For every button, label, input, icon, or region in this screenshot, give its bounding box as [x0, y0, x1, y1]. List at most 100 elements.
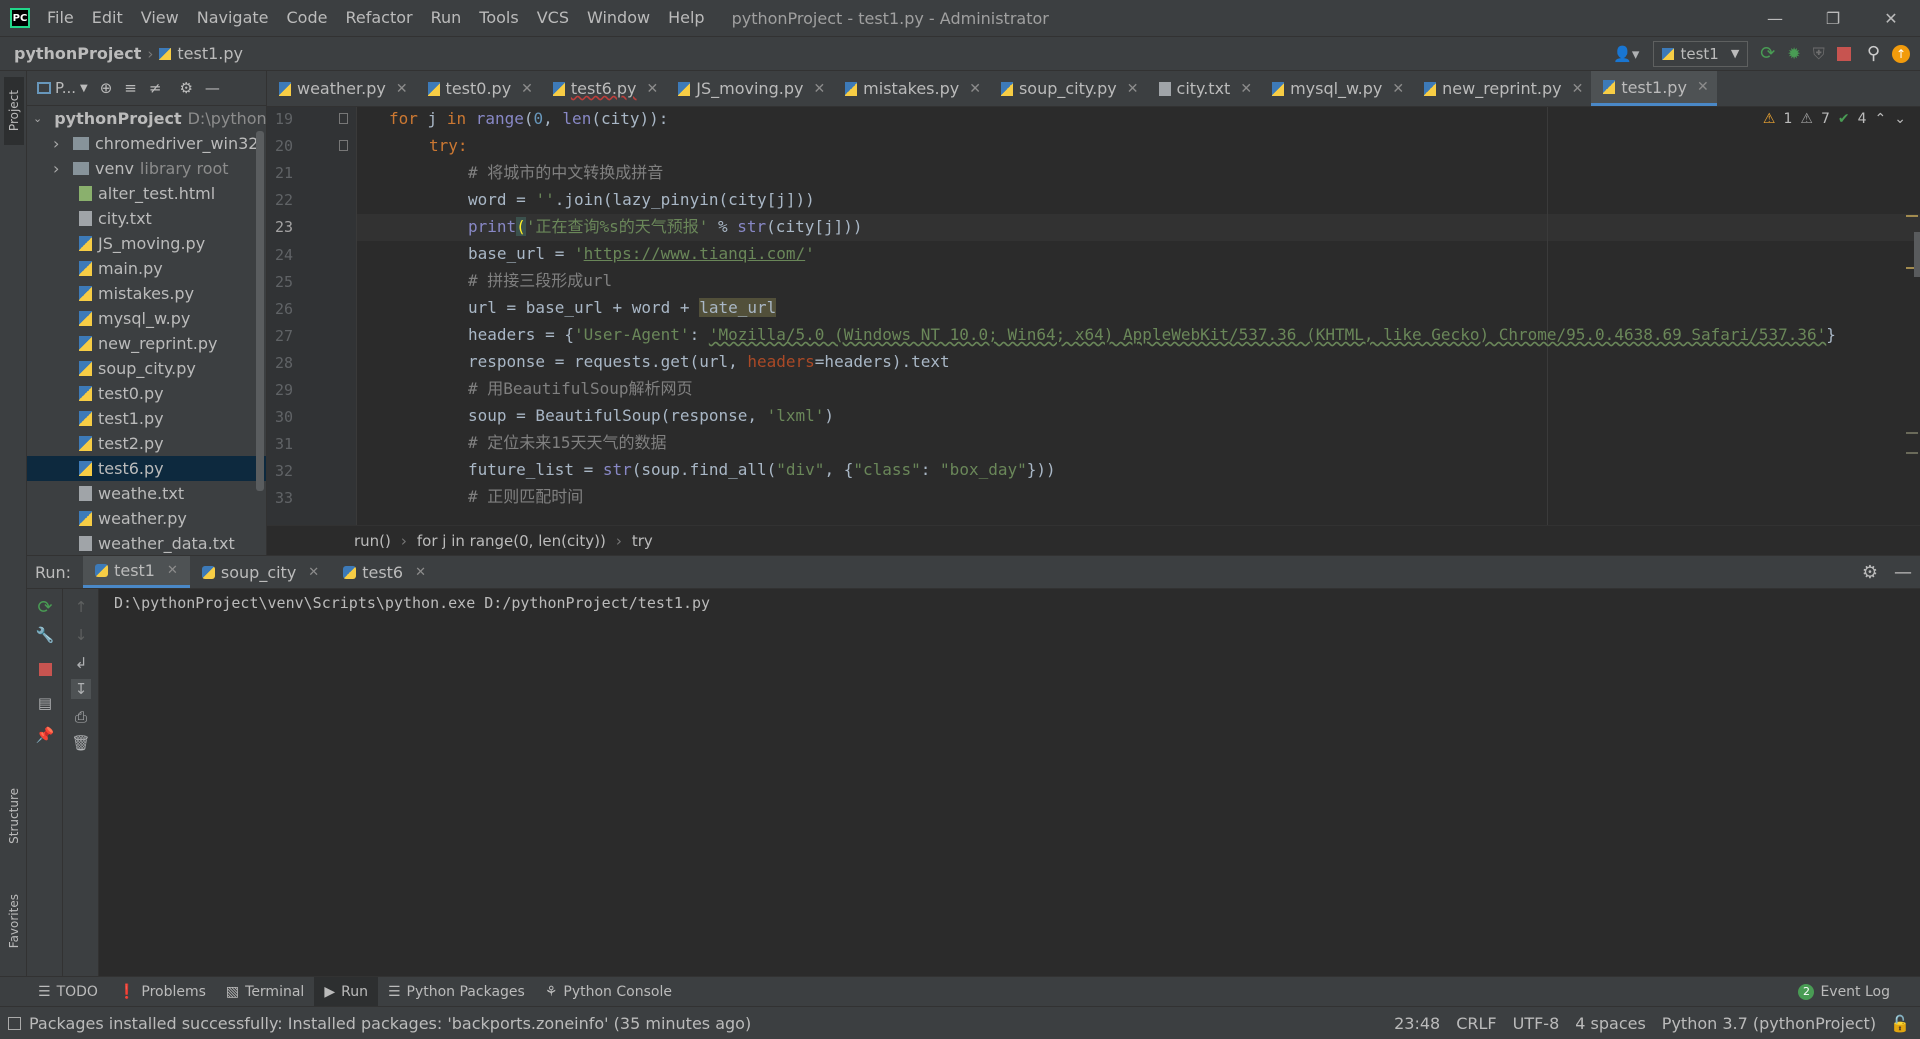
project-scrollbar[interactable]: [256, 131, 264, 491]
collapse-all-icon[interactable]: ≠: [149, 79, 162, 97]
python-interpreter[interactable]: Python 3.7 (pythonProject): [1662, 1014, 1876, 1033]
error-stripe-mark[interactable]: [1906, 452, 1918, 454]
breadcrumb-item[interactable]: for j in range(0, len(city)): [417, 532, 606, 550]
caret-position[interactable]: 23:48: [1394, 1014, 1440, 1033]
breadcrumb-file[interactable]: test1.py: [177, 44, 243, 63]
menu-item-navigate[interactable]: Navigate: [188, 0, 278, 36]
breadcrumb-project[interactable]: pythonProject: [14, 44, 141, 63]
tab-city-txt[interactable]: city.txt ✕: [1147, 71, 1261, 106]
close-tab-icon[interactable]: ✕: [1697, 79, 1709, 95]
close-tab-icon[interactable]: ✕: [415, 565, 426, 580]
stop-icon[interactable]: [35, 659, 55, 679]
close-tab-icon[interactable]: ✕: [1392, 81, 1404, 97]
menu-item-run[interactable]: Run: [422, 0, 471, 36]
print-icon[interactable]: ⎙: [71, 707, 91, 727]
indent-setting[interactable]: 4 spaces: [1575, 1014, 1646, 1033]
fold-icon[interactable]: [339, 140, 348, 151]
minimize-button[interactable]: —: [1746, 0, 1804, 36]
status-message[interactable]: Packages installed successfully: Install…: [29, 1014, 751, 1033]
structure-tool-button[interactable]: Structure: [4, 776, 24, 856]
close-window-button[interactable]: ✕: [1862, 0, 1920, 36]
tree-root[interactable]: ⌄ pythonProject D:\pythonProject: [27, 106, 266, 131]
problems-tool-button[interactable]: ❗ Problems: [108, 977, 216, 1006]
tab-test6-py[interactable]: test6.py ✕: [541, 71, 666, 106]
tab-test0-py[interactable]: test0.py ✕: [416, 71, 541, 106]
layout-icon[interactable]: ▤: [35, 693, 55, 713]
lock-icon[interactable]: 🔓: [1890, 1014, 1910, 1033]
event-log-tool-button[interactable]: 2 Event Log: [1788, 977, 1900, 1006]
project-view-select[interactable]: P... ▼: [37, 79, 88, 97]
tree-item[interactable]: test6.py: [27, 456, 266, 481]
run-tab-soup-city[interactable]: soup_city ✕: [190, 556, 331, 588]
arrow-up-icon[interactable]: ↑: [71, 597, 91, 617]
tree-item[interactable]: › chromedriver_win32: [27, 131, 266, 156]
tree-item[interactable]: new_reprint.py: [27, 331, 266, 356]
scroll-to-end-icon[interactable]: ↧: [71, 679, 91, 699]
tab-js-moving-py[interactable]: JS_moving.py ✕: [666, 71, 833, 106]
menu-item-code[interactable]: Code: [278, 0, 337, 36]
close-tab-icon[interactable]: ✕: [969, 81, 981, 97]
menu-item-file[interactable]: File: [38, 0, 83, 36]
code-editor[interactable]: for j in range(0, len(city)): try: # 将城市…: [357, 107, 1920, 525]
tab-mysql-w-py[interactable]: mysql_w.py ✕: [1260, 71, 1412, 106]
locate-icon[interactable]: ⊕: [100, 79, 113, 97]
debug-icon[interactable]: ✹: [1787, 44, 1800, 63]
error-stripe-mark[interactable]: [1906, 432, 1918, 434]
pin-icon[interactable]: 📌: [35, 725, 55, 745]
layout-toggle-icon[interactable]: [8, 1016, 21, 1030]
menu-item-help[interactable]: Help: [659, 0, 713, 36]
soft-wrap-icon[interactable]: ↲: [71, 653, 91, 673]
rerun-icon[interactable]: ⟳: [1760, 43, 1775, 64]
tree-item[interactable]: main.py: [27, 256, 266, 281]
tree-item[interactable]: mysql_w.py: [27, 306, 266, 331]
menu-item-view[interactable]: View: [132, 0, 188, 36]
trash-icon[interactable]: 🗑: [71, 733, 91, 753]
inspection-widget[interactable]: ⚠ 1 ⚠ 7 ✔ 4 ⌃ ⌄: [1763, 111, 1906, 127]
run-tab-test1[interactable]: test1 ✕: [83, 556, 190, 588]
tree-item[interactable]: › venv library root: [27, 156, 266, 181]
breadcrumb-item[interactable]: run(): [354, 532, 391, 550]
code-link[interactable]: https://www.tianqi.com/: [584, 244, 806, 263]
menu-item-vcs[interactable]: VCS: [528, 0, 578, 36]
terminal-tool-button[interactable]: ▧ Terminal: [216, 977, 314, 1006]
breadcrumb-item[interactable]: try: [632, 532, 653, 550]
python-packages-tool-button[interactable]: ☰ Python Packages: [378, 977, 535, 1006]
close-tab-icon[interactable]: ✕: [167, 563, 178, 578]
tree-item[interactable]: weather_data.txt: [27, 531, 266, 555]
line-separator[interactable]: CRLF: [1456, 1014, 1496, 1033]
hide-panel-icon[interactable]: —: [205, 79, 220, 97]
rerun-icon[interactable]: ⟳: [35, 597, 55, 618]
chevron-up-icon[interactable]: ⌃: [1875, 111, 1887, 127]
tree-item[interactable]: soup_city.py: [27, 356, 266, 381]
run-tool-button[interactable]: ▶ Run: [314, 977, 378, 1006]
update-icon[interactable]: ↑: [1892, 44, 1910, 63]
file-encoding[interactable]: UTF-8: [1513, 1014, 1560, 1033]
tab-soup-city-py[interactable]: soup_city.py ✕: [989, 71, 1147, 106]
gear-icon[interactable]: ⚙: [179, 79, 192, 97]
tab-new-reprint-py[interactable]: new_reprint.py ✕: [1412, 71, 1591, 106]
close-tab-icon[interactable]: ✕: [1127, 81, 1139, 97]
tree-item[interactable]: mistakes.py: [27, 281, 266, 306]
menu-item-tools[interactable]: Tools: [470, 0, 527, 36]
stop-icon[interactable]: [1836, 46, 1851, 61]
editor-scrollbar[interactable]: [1914, 232, 1920, 277]
tree-item[interactable]: weather.py: [27, 506, 266, 531]
error-stripe-mark[interactable]: [1906, 215, 1918, 217]
run-console[interactable]: D:\pythonProject\venv\Scripts\python.exe…: [27, 589, 1920, 976]
close-tab-icon[interactable]: ✕: [396, 81, 408, 97]
tree-item[interactable]: test2.py: [27, 431, 266, 456]
gear-icon[interactable]: ⚙: [1862, 562, 1878, 583]
arrow-down-icon[interactable]: ↓: [71, 625, 91, 645]
python-console-tool-button[interactable]: ⚘ Python Console: [535, 977, 682, 1006]
coverage-icon[interactable]: ⛨: [1813, 44, 1825, 64]
hide-panel-icon[interactable]: —: [1894, 562, 1912, 583]
tree-item[interactable]: city.txt: [27, 206, 266, 231]
tree-item[interactable]: test0.py: [27, 381, 266, 406]
menu-item-refactor[interactable]: Refactor: [336, 0, 421, 36]
run-config-select[interactable]: test1 ▼: [1653, 40, 1749, 67]
chevron-down-icon[interactable]: ⌄: [1894, 111, 1906, 127]
favorites-tool-button[interactable]: Favorites: [4, 881, 24, 961]
close-tab-icon[interactable]: ✕: [1240, 81, 1252, 97]
todo-tool-button[interactable]: ☰ TODO: [28, 977, 108, 1006]
close-tab-icon[interactable]: ✕: [1572, 81, 1584, 97]
